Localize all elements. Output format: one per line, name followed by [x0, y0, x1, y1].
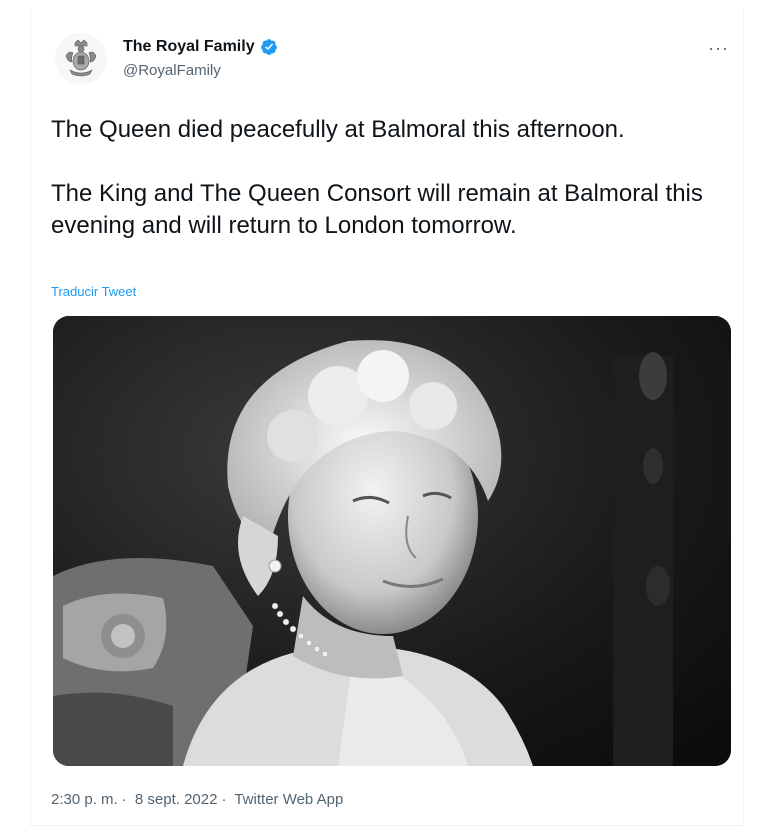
- tweet-photo[interactable]: [53, 316, 731, 766]
- verified-badge-icon: [260, 39, 277, 55]
- translate-tweet-link[interactable]: Traducir Tweet: [51, 284, 136, 299]
- tweet-metadata: 2:30 p. m. · 8 sept. 2022 · Twitter Web Ap…: [51, 791, 347, 808]
- tweet-card: The Royal Family @RoyalFamily ··· The Qu…: [30, 8, 744, 826]
- tweet-time[interactable]: 2:30 p. m.: [51, 791, 118, 808]
- account-handle[interactable]: @RoyalFamily: [123, 62, 221, 79]
- queen-portrait-image: [53, 316, 731, 766]
- tweet-paragraph: The Queen died peacefully at Balmoral th…: [51, 116, 625, 143]
- tweet-date[interactable]: 8 sept. 2022: [135, 791, 218, 808]
- more-options-icon[interactable]: ···: [708, 38, 729, 59]
- avatar[interactable]: [55, 33, 107, 85]
- tweet-source[interactable]: Twitter Web App: [234, 791, 343, 808]
- meta-separator: ·: [121, 791, 127, 808]
- display-name[interactable]: The Royal Family: [123, 38, 278, 56]
- royal-crest-icon: [65, 39, 97, 77]
- meta-separator: ·: [221, 791, 227, 808]
- display-name-text[interactable]: The Royal Family: [123, 38, 255, 56]
- tweet-text: The Queen died peacefully at Balmoral th…: [51, 114, 721, 242]
- tweet-paragraph: The King and The Queen Consort will rema…: [51, 180, 703, 239]
